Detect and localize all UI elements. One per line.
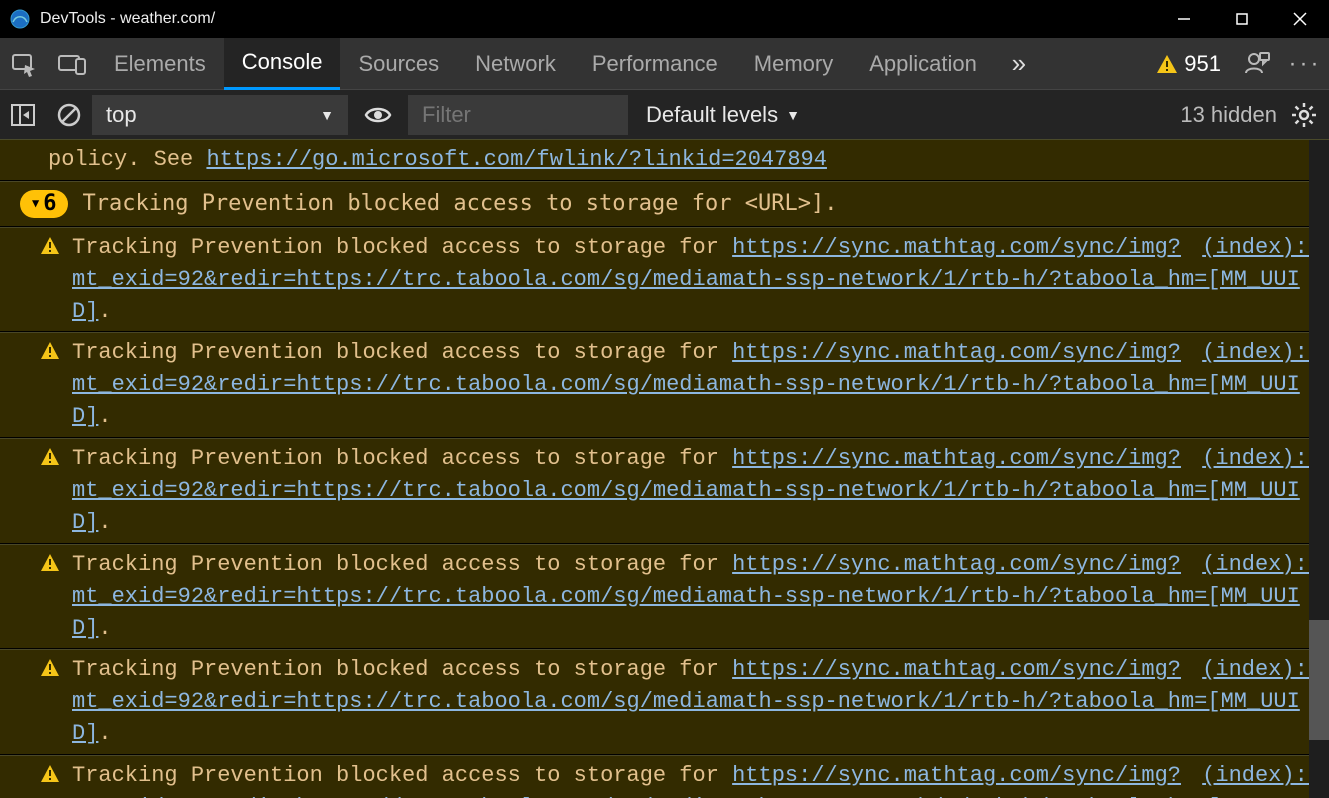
warning-icon bbox=[40, 764, 60, 784]
source-link[interactable]: (index):1 bbox=[1202, 654, 1321, 686]
tab-elements[interactable]: Elements bbox=[96, 38, 224, 90]
console-toolbar: top ▼ Default levels ▼ 13 hidden bbox=[0, 90, 1329, 140]
warning-icon bbox=[40, 553, 60, 573]
console-group-header[interactable]: ▼6 Tracking Prevention blocked access to… bbox=[0, 181, 1329, 227]
tab-application[interactable]: Application bbox=[851, 38, 995, 90]
log-levels-label: Default levels bbox=[646, 102, 778, 128]
warning-icon bbox=[40, 236, 60, 256]
window-title: DevTools - weather.com/ bbox=[40, 10, 215, 28]
scrollbar-track[interactable] bbox=[1309, 140, 1329, 798]
message-text: . bbox=[98, 721, 111, 746]
message-text: . bbox=[98, 404, 111, 429]
minimize-button[interactable] bbox=[1155, 0, 1213, 38]
chevron-down-icon: ▼ bbox=[320, 107, 334, 123]
message-text: Tracking Prevention blocked access to st… bbox=[72, 763, 732, 788]
feedback-icon[interactable] bbox=[1233, 38, 1281, 90]
console-warning-row: (index):1 Tracking Prevention blocked ac… bbox=[0, 755, 1329, 798]
execution-context-select[interactable]: top ▼ bbox=[92, 95, 348, 135]
maximize-button[interactable] bbox=[1213, 0, 1271, 38]
warning-icon bbox=[40, 341, 60, 361]
warning-icon bbox=[40, 447, 60, 467]
tab-sources[interactable]: Sources bbox=[340, 38, 457, 90]
message-link[interactable]: https://go.microsoft.com/fwlink/?linkid=… bbox=[206, 147, 827, 172]
more-options-icon[interactable]: ··· bbox=[1281, 38, 1329, 90]
message-text: . bbox=[98, 510, 111, 535]
device-toolbar-icon[interactable] bbox=[48, 38, 96, 90]
console-warning-row: (index):1 Tracking Prevention blocked ac… bbox=[0, 332, 1329, 438]
tab-console[interactable]: Console bbox=[224, 38, 341, 90]
warning-icon bbox=[40, 658, 60, 678]
console-settings-icon[interactable] bbox=[1291, 102, 1317, 128]
console-warning-row: (index):1 Tracking Prevention blocked ac… bbox=[0, 438, 1329, 544]
source-link[interactable]: (index):1 bbox=[1202, 549, 1321, 581]
message-text: Tracking Prevention blocked access to st… bbox=[72, 446, 732, 471]
message-text: Tracking Prevention blocked access to st… bbox=[72, 552, 732, 577]
close-button[interactable] bbox=[1271, 0, 1329, 38]
source-link[interactable]: (index):1 bbox=[1202, 760, 1321, 792]
toggle-sidebar-icon[interactable] bbox=[0, 90, 46, 140]
group-message: Tracking Prevention blocked access to st… bbox=[82, 188, 837, 220]
inspect-element-icon[interactable] bbox=[0, 38, 48, 90]
clear-console-icon[interactable] bbox=[46, 90, 92, 140]
log-levels-select[interactable]: Default levels ▼ bbox=[646, 102, 800, 128]
source-link[interactable]: (index):1 bbox=[1202, 337, 1321, 369]
console-warning-row: (index):1 Tracking Prevention blocked ac… bbox=[0, 544, 1329, 650]
window-titlebar: DevTools - weather.com/ bbox=[0, 0, 1329, 38]
message-text: . bbox=[98, 299, 111, 324]
group-count-pill: ▼6 bbox=[20, 190, 68, 218]
message-text: policy. See bbox=[48, 147, 206, 172]
console-warning-row: (index):1 Tracking Prevention blocked ac… bbox=[0, 649, 1329, 755]
tab-performance[interactable]: Performance bbox=[574, 38, 736, 90]
message-text: Tracking Prevention blocked access to st… bbox=[72, 340, 732, 365]
more-tabs-icon[interactable]: » bbox=[995, 38, 1043, 90]
message-text: Tracking Prevention blocked access to st… bbox=[72, 657, 732, 682]
devtools-tabbar: Elements Console Sources Network Perform… bbox=[0, 38, 1329, 90]
hidden-messages-count[interactable]: 13 hidden bbox=[1180, 102, 1277, 128]
execution-context-value: top bbox=[106, 102, 137, 128]
message-text: Tracking Prevention blocked access to st… bbox=[72, 235, 732, 260]
warning-count: 951 bbox=[1184, 51, 1221, 77]
filter-input[interactable] bbox=[408, 95, 628, 135]
tab-network[interactable]: Network bbox=[457, 38, 574, 90]
app-icon bbox=[10, 9, 30, 29]
console-output: policy. See https://go.microsoft.com/fwl… bbox=[0, 140, 1329, 798]
scrollbar-thumb[interactable] bbox=[1309, 620, 1329, 740]
console-warning-row: policy. See https://go.microsoft.com/fwl… bbox=[0, 140, 1329, 181]
message-text: . bbox=[98, 616, 111, 641]
source-link[interactable]: (index):1 bbox=[1202, 232, 1321, 264]
source-link[interactable]: (index):1 bbox=[1202, 443, 1321, 475]
chevron-down-icon: ▼ bbox=[786, 107, 800, 123]
tab-memory[interactable]: Memory bbox=[736, 38, 851, 90]
console-warning-row: (index):1 Tracking Prevention blocked ac… bbox=[0, 227, 1329, 333]
warning-badge[interactable]: 951 bbox=[1156, 51, 1221, 77]
live-expression-icon[interactable] bbox=[358, 95, 398, 135]
